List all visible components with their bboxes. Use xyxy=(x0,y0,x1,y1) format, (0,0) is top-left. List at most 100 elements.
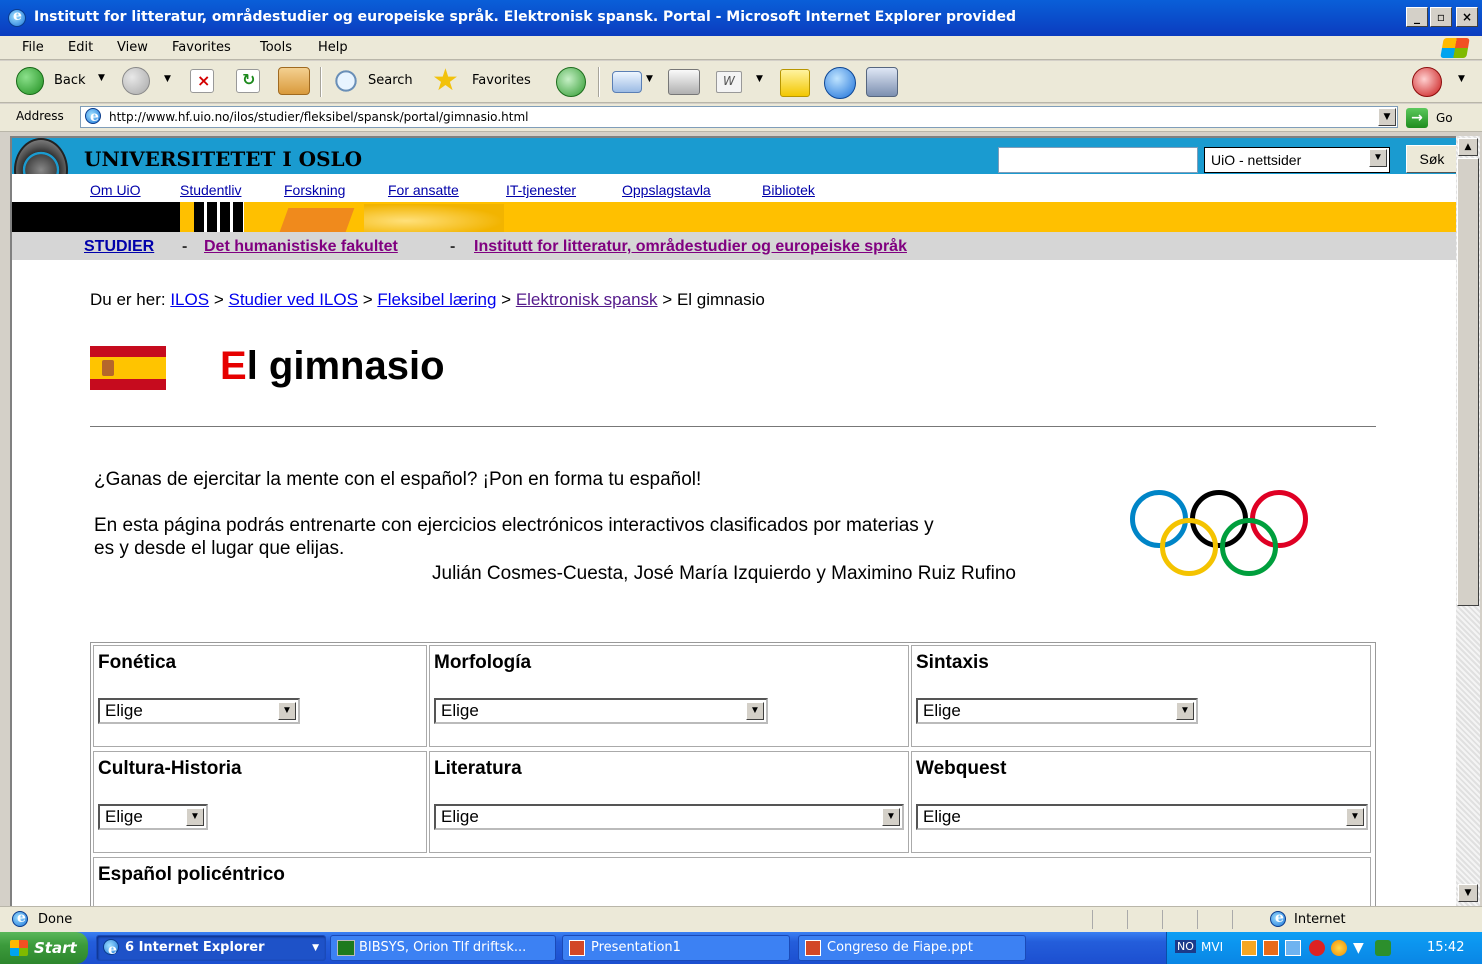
intro-text: ¿Ganas de ejercitar la mente con el espa… xyxy=(94,469,702,490)
vertical-scrollbar[interactable]: ▲ ▼ xyxy=(1456,136,1480,906)
bc-fleksibel-link[interactable]: Fleksibel læring xyxy=(377,290,496,309)
task-presentation1[interactable]: Presentation1 xyxy=(562,935,790,961)
scroll-up-icon[interactable]: ▲ xyxy=(1458,138,1478,156)
mail-dropdown-icon[interactable]: ▼ xyxy=(646,74,653,84)
scrollbar-thumb[interactable] xyxy=(1457,158,1479,606)
menu-file[interactable]: File xyxy=(22,40,44,55)
nav-studentliv[interactable]: Studentliv xyxy=(180,182,241,198)
bc-separator: > xyxy=(362,290,373,309)
dropdown-arrow-icon: ▼ xyxy=(186,808,204,826)
tray-security-icon[interactable] xyxy=(1375,940,1391,956)
select-value: Elige xyxy=(441,807,479,826)
category-label: Morfología xyxy=(434,652,532,673)
bc-studier-link[interactable]: Studier ved ILOS xyxy=(228,290,357,309)
olympic-rings-icon xyxy=(1126,486,1316,576)
status-bar: Done Internet xyxy=(0,906,1482,932)
edit-word-icon[interactable]: W xyxy=(716,71,742,93)
bc-elektronisk-link[interactable]: Elektronisk spansk xyxy=(516,290,658,309)
webquest-select[interactable]: Elige ▼ xyxy=(916,804,1368,830)
windows-logo-icon xyxy=(1440,38,1470,58)
forward-dropdown-icon[interactable]: ▼ xyxy=(164,74,171,84)
scroll-down-icon[interactable]: ▼ xyxy=(1458,884,1478,902)
messenger-globe-icon[interactable] xyxy=(824,67,856,99)
sintaxis-select[interactable]: Elige ▼ xyxy=(916,698,1198,724)
acrobat-dropdown-icon[interactable]: ▼ xyxy=(1458,74,1465,84)
favorites-button[interactable]: ★ Favorites xyxy=(432,63,544,98)
nav-for-ansatte[interactable]: For ansatte xyxy=(388,182,459,198)
discuss-note-icon[interactable] xyxy=(780,69,810,97)
start-button[interactable]: Start xyxy=(0,932,88,964)
history-icon[interactable] xyxy=(556,67,586,97)
stop-icon[interactable]: × xyxy=(190,69,214,93)
back-label: Back xyxy=(54,73,86,88)
page-title: El gimnasio xyxy=(220,344,445,389)
language-indicator[interactable]: NO xyxy=(1175,940,1196,953)
menu-view[interactable]: View xyxy=(117,40,148,55)
home-icon[interactable] xyxy=(278,67,310,95)
morfologia-select[interactable]: Elige ▼ xyxy=(434,698,768,724)
address-url: http://www.hf.uio.no/ilos/studier/fleksi… xyxy=(109,110,529,124)
nav-bibliotek[interactable]: Bibliotek xyxy=(762,182,815,198)
acrobat-pdf-icon[interactable] xyxy=(1412,67,1442,97)
address-dropdown-icon[interactable]: ▼ xyxy=(1378,108,1396,126)
crumb-hf[interactable]: Det humanistiske fakultet xyxy=(204,238,398,256)
print-icon[interactable] xyxy=(668,69,700,95)
group-dropdown-icon: ▼ xyxy=(312,943,319,953)
uio-site-title[interactable]: UNIVERSITETET I OSLO xyxy=(84,147,362,171)
spain-flag-icon xyxy=(90,346,166,390)
exercise-categories-table: Fonética Elige ▼ Morfología Elige ▼ Sintax… xyxy=(90,642,1376,906)
address-input[interactable]: http://www.hf.uio.no/ilos/studier/fleksi… xyxy=(80,106,1398,128)
nav-oppslagstavla[interactable]: Oppslagstavla xyxy=(622,182,711,198)
tray-filter-icon[interactable]: ▼ xyxy=(1353,940,1369,956)
windows-flag-icon xyxy=(10,940,28,956)
tray-app-icon[interactable] xyxy=(1263,940,1279,956)
ie-app-icon xyxy=(8,8,26,27)
nav-it-tjenester[interactable]: IT-tjenester xyxy=(506,182,576,198)
crumb-ilos[interactable]: Institutt for litteratur, områdestudier … xyxy=(474,238,907,256)
menu-help[interactable]: Help xyxy=(318,40,348,55)
fonetica-select[interactable]: Elige ▼ xyxy=(98,698,300,724)
tray-antivirus-icon[interactable] xyxy=(1309,940,1325,956)
back-button[interactable]: Back ▼ xyxy=(16,65,112,97)
clock[interactable]: 15:42 xyxy=(1427,940,1464,955)
dropdown-arrow-icon: ▼ xyxy=(1346,808,1364,826)
tray-network-icon[interactable] xyxy=(1285,940,1301,956)
tray-app-icon[interactable] xyxy=(1241,940,1257,956)
go-button[interactable]: → Go xyxy=(1404,107,1464,129)
status-zone: Internet xyxy=(1294,912,1346,927)
dropdown-arrow-icon: ▼ xyxy=(746,702,764,720)
mvi-indicator[interactable]: MVI xyxy=(1201,940,1223,954)
menu-favorites[interactable]: Favorites xyxy=(172,40,231,55)
minimize-button[interactable]: _ xyxy=(1406,7,1428,27)
site-search-button[interactable]: Søk xyxy=(1406,145,1456,173)
status-text: Done xyxy=(38,912,73,927)
menu-tools[interactable]: Tools xyxy=(260,40,292,55)
scope-dropdown-icon: ▼ xyxy=(1369,149,1387,167)
bc-ilos-link[interactable]: ILOS xyxy=(170,290,209,309)
edit-dropdown-icon[interactable]: ▼ xyxy=(756,74,763,84)
search-button[interactable]: Search xyxy=(332,65,424,97)
tray-flower-icon[interactable] xyxy=(1331,940,1347,956)
close-button[interactable]: × xyxy=(1456,7,1478,27)
title-bar[interactable]: Institutt for litteratur, områdestudier … xyxy=(0,0,1482,36)
cultura-historia-select[interactable]: Elige ▼ xyxy=(98,804,208,830)
research-icon[interactable] xyxy=(866,67,898,97)
nav-om-uio[interactable]: Om UiO xyxy=(90,182,141,198)
task-bibsys[interactable]: BIBSYS, Orion Tlf driftsk... xyxy=(330,935,556,961)
maximize-button[interactable]: ▫ xyxy=(1430,7,1452,27)
category-label: Fonética xyxy=(98,652,177,673)
task-internet-explorer[interactable]: 6 Internet Explorer ▼ xyxy=(96,935,326,961)
literatura-select[interactable]: Elige ▼ xyxy=(434,804,904,830)
crumb-studier[interactable]: STUDIER xyxy=(84,238,154,256)
site-search-scope-value: UiO - nettsider xyxy=(1211,152,1302,168)
nav-forskning[interactable]: Forskning xyxy=(284,182,345,198)
mail-icon[interactable] xyxy=(612,71,642,93)
bc-separator: > xyxy=(213,290,224,309)
forward-arrow-icon[interactable] xyxy=(122,67,150,95)
site-search-scope-select[interactable]: UiO - nettsider ▼ xyxy=(1204,147,1390,173)
menu-edit[interactable]: Edit xyxy=(68,40,93,55)
task-congreso[interactable]: Congreso de Fiape.ppt xyxy=(798,935,1026,961)
refresh-icon[interactable]: ↻ xyxy=(236,69,260,93)
site-search-input[interactable] xyxy=(998,147,1198,173)
banner-stripe-image xyxy=(12,202,1456,232)
